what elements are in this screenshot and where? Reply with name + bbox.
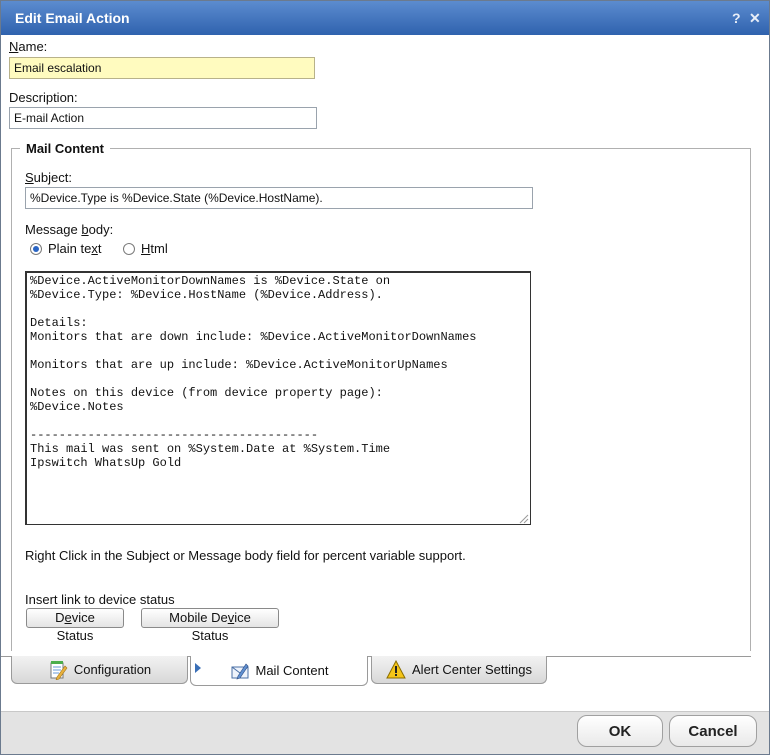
name-label-rest: ame:: [18, 39, 48, 54]
subject-input[interactable]: [25, 187, 533, 209]
html-radio-label: Html: [141, 241, 168, 256]
plain-text-label-post: t: [97, 241, 102, 256]
title-bar[interactable]: Edit Email Action ? ✕: [1, 1, 769, 35]
mobile-device-status-button[interactable]: Mobile Device Status: [141, 608, 279, 643]
html-radio-dot[interactable]: [123, 242, 135, 255]
warning-triangle-icon: [386, 659, 406, 678]
plain-text-radio-label: Plain text: [48, 241, 102, 256]
mail-content-legend: Mail Content: [26, 141, 104, 156]
description-label-text: Description: [9, 90, 75, 105]
message-body-label-pre: Message: [25, 222, 82, 237]
tab-alert-center-settings-label: Alert Center Settings: [412, 662, 532, 677]
message-body-label: Message body:: [25, 222, 113, 237]
notepad-pencil-icon: [50, 660, 68, 680]
message-body-label-accel: b: [81, 222, 89, 237]
message-body-label-post: ody:: [88, 222, 114, 237]
html-label-accel: H: [141, 241, 151, 256]
tab-alert-center-settings[interactable]: Alert Center Settings: [371, 656, 547, 684]
active-tab-arrow-icon: [195, 663, 201, 673]
device-status-button-accel: e: [64, 610, 72, 625]
dialog-title: Edit Email Action: [15, 10, 130, 26]
help-icon[interactable]: ?: [732, 1, 741, 35]
subject-label: Subject:: [25, 170, 72, 185]
name-label: Name:: [9, 39, 47, 54]
mobile-device-status-button-pre: Mobile De: [169, 610, 228, 625]
device-status-button-pre: D: [55, 610, 65, 625]
description-input[interactable]: [9, 107, 317, 129]
name-input[interactable]: [9, 57, 315, 79]
plain-text-radio-dot[interactable]: [30, 242, 42, 255]
tab-configuration-label: Configuration: [73, 662, 152, 677]
edit-email-action-dialog: Edit Email Action ? ✕ Name: Description:…: [0, 0, 770, 755]
tab-mail-content-label: Mail Content: [255, 663, 329, 678]
cancel-button[interactable]: Cancel: [669, 715, 757, 747]
subject-label-rest: ubject:: [33, 170, 72, 185]
description-label-colon: :: [74, 90, 78, 105]
name-label-accel: N: [9, 39, 19, 54]
tab-mail-content[interactable]: Mail Content: [190, 656, 368, 686]
description-label: Description:: [9, 90, 78, 105]
percent-variable-hint: Right Click in the Subject or Message bo…: [25, 548, 466, 563]
ok-button[interactable]: OK: [577, 715, 663, 747]
envelope-pencil-icon: [231, 663, 248, 679]
message-body-textarea[interactable]: %Device.ActiveMonitorDownNames is %Devic…: [25, 271, 531, 525]
device-status-button[interactable]: Device Status: [26, 608, 124, 643]
insert-link-label: Insert link to device status: [25, 592, 175, 607]
plain-text-label-pre: Plain te: [48, 241, 92, 256]
plain-text-radio[interactable]: Plain text: [30, 241, 102, 256]
close-icon[interactable]: ✕: [749, 1, 761, 35]
html-label-post: tml: [150, 241, 168, 256]
resize-grip-icon[interactable]: [517, 512, 529, 524]
html-radio[interactable]: Html: [123, 241, 168, 256]
tab-strip: Configuration Mail Content Alert Center …: [1, 656, 769, 691]
tab-configuration[interactable]: Configuration: [11, 656, 188, 684]
subject-label-accel: S: [25, 170, 34, 185]
